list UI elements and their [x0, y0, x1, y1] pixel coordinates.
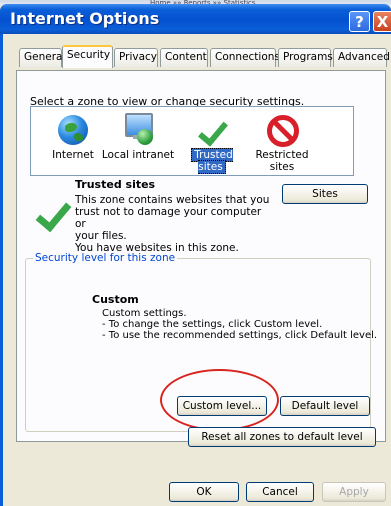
zone-label-restricted-sites: Restricted sites: [255, 149, 309, 173]
zone-restricted-sites[interactable]: Restricted sites: [250, 113, 314, 173]
zone-desc-line: your files.: [75, 230, 127, 242]
tab-privacy[interactable]: Privacy: [114, 48, 158, 67]
cancel-button[interactable]: Cancel: [246, 482, 314, 502]
tab-security[interactable]: Security: [62, 45, 113, 68]
security-level-group-title: Security level for this zone: [33, 252, 178, 264]
window-titlebar[interactable]: Internet Options ? X: [0, 4, 391, 34]
zone-trusted-sites[interactable]: Trusted sites: [177, 113, 247, 174]
ok-button[interactable]: OK: [169, 482, 239, 502]
sites-button[interactable]: Sites: [282, 184, 368, 204]
tab-programs[interactable]: Programs: [278, 48, 333, 67]
zone-desc-line: trust not to damage your computer or: [75, 206, 262, 230]
tab-content[interactable]: Content: [160, 48, 208, 67]
apply-button[interactable]: Apply: [322, 482, 386, 502]
zone-local-intranet[interactable]: Local intranet: [100, 113, 176, 161]
zone-label-local-intranet: Local intranet: [101, 149, 175, 161]
default-level-button[interactable]: Default level: [280, 396, 370, 416]
checkmark-icon: [195, 113, 229, 147]
zone-label-internet: Internet: [52, 149, 94, 161]
close-button[interactable]: X: [373, 11, 391, 32]
zone-description: This zone contains websites that you tru…: [75, 194, 275, 254]
reset-all-zones-button[interactable]: Reset all zones to default level: [188, 427, 376, 447]
zone-desc-line: This zone contains websites that you: [75, 194, 270, 206]
intranet-icon: [121, 113, 155, 147]
globe-icon: [56, 113, 90, 147]
zone-internet[interactable]: Internet: [37, 113, 109, 161]
zone-label-trusted-sites: Trusted sites: [191, 148, 233, 174]
tab-advanced[interactable]: Advanced: [333, 48, 390, 67]
tab-general[interactable]: General: [19, 48, 65, 67]
trusted-sites-checkmark-icon: [34, 197, 64, 227]
level-desc-line: Custom settings.: [102, 308, 187, 319]
tab-connections[interactable]: Connections: [210, 48, 280, 67]
help-button[interactable]: ?: [349, 11, 370, 32]
level-desc-line: - To use the recommended settings, click…: [102, 330, 378, 341]
no-entry-icon: [265, 113, 299, 147]
window-title: Internet Options: [10, 9, 160, 28]
security-level-title: Custom: [92, 293, 139, 306]
security-level-description: Custom settings. - To change the setting…: [102, 308, 382, 341]
level-desc-line: - To change the settings, click Custom l…: [102, 319, 323, 330]
zone-title: Trusted sites: [75, 178, 156, 191]
annotation-ellipse: [160, 369, 279, 431]
